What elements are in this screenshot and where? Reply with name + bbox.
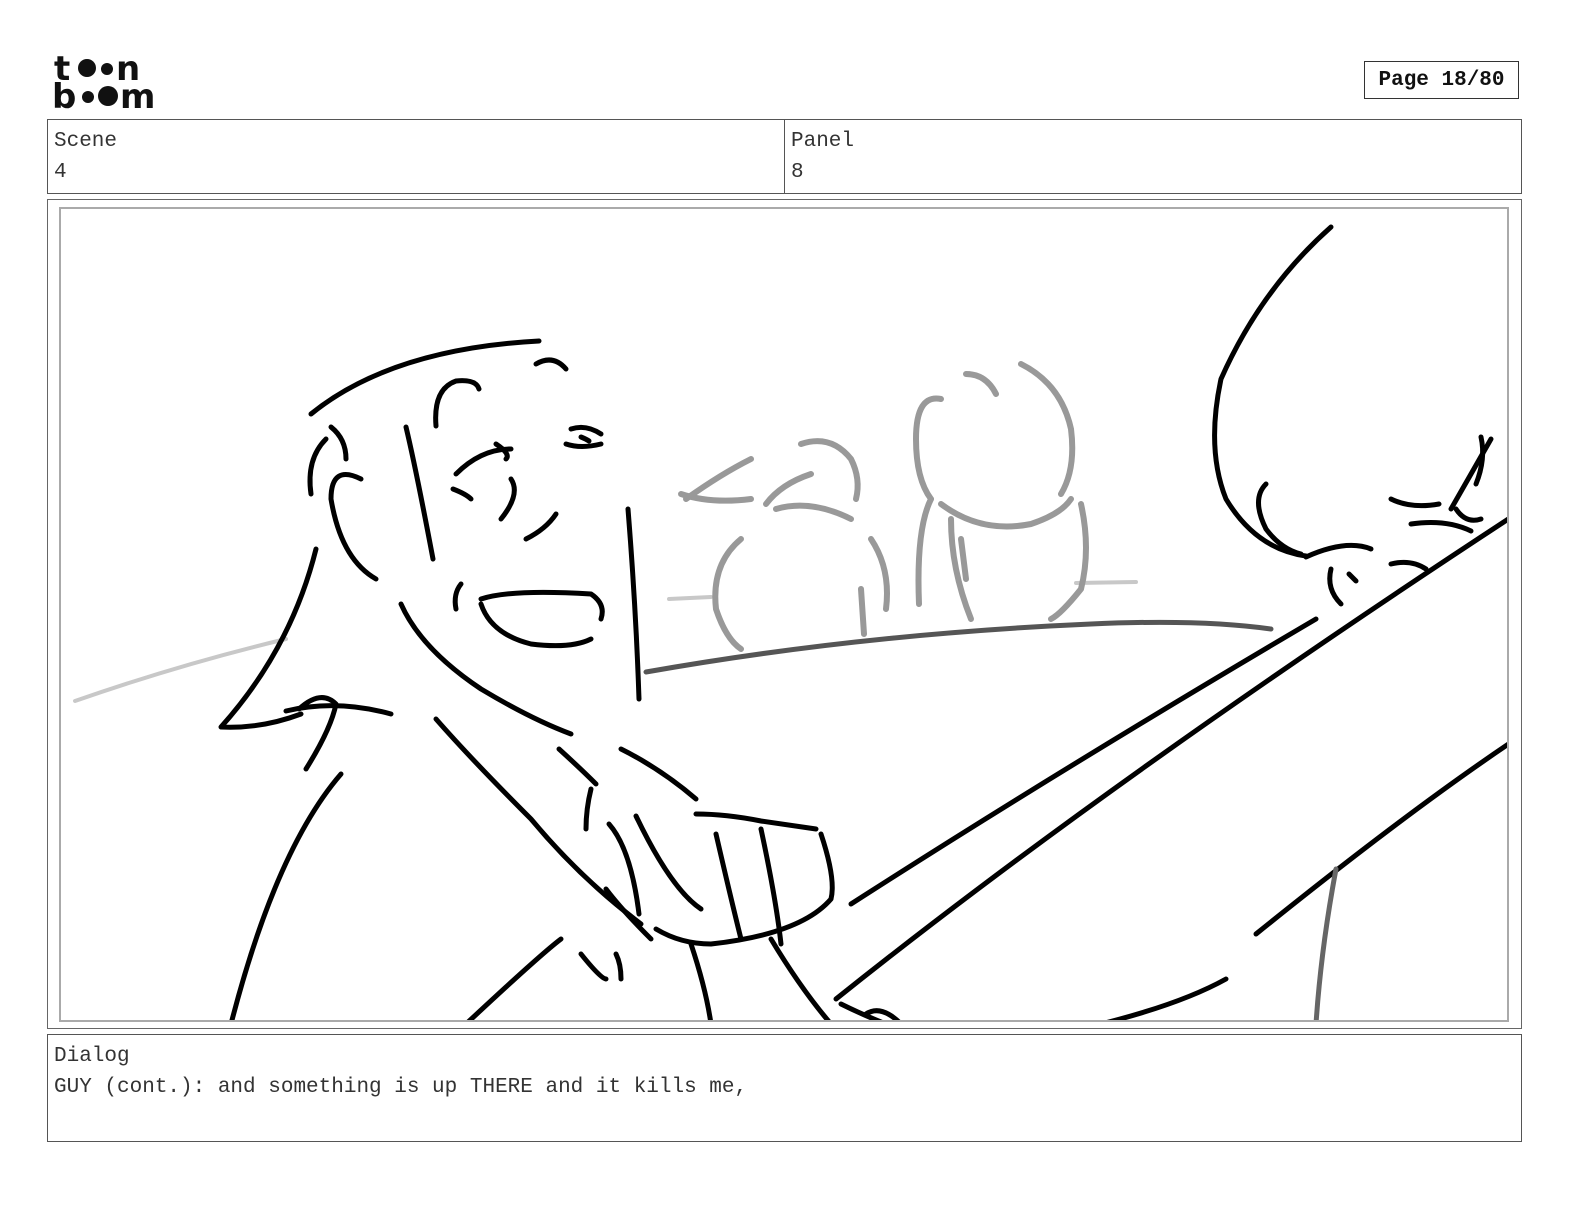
scene-label: Scene — [54, 130, 118, 153]
svg-text:m: m — [120, 77, 155, 112]
dialog-text: GUY (cont.): and something is up THERE a… — [54, 1076, 748, 1099]
toon-boom-logo: t n b m — [52, 52, 164, 112]
sketch-drawing — [73, 224, 1507, 1020]
page-number-box: Page 18/80 — [1364, 61, 1519, 99]
panel-value: 8 — [791, 161, 804, 184]
page-number: Page 18/80 — [1378, 68, 1505, 92]
dialog-box: Dialog GUY (cont.): and something is up … — [47, 1034, 1522, 1142]
storyboard-panel — [47, 199, 1522, 1029]
panel-label: Panel — [791, 130, 855, 153]
scene-cell: Scene 4 — [48, 120, 784, 193]
panel-drawing-area — [59, 207, 1509, 1022]
svg-text:b: b — [52, 77, 76, 112]
panel-cell: Panel 8 — [784, 120, 1521, 193]
scene-value: 4 — [54, 161, 67, 184]
scene-panel-row: Scene 4 Panel 8 — [47, 119, 1522, 194]
dialog-label: Dialog — [54, 1045, 130, 1068]
